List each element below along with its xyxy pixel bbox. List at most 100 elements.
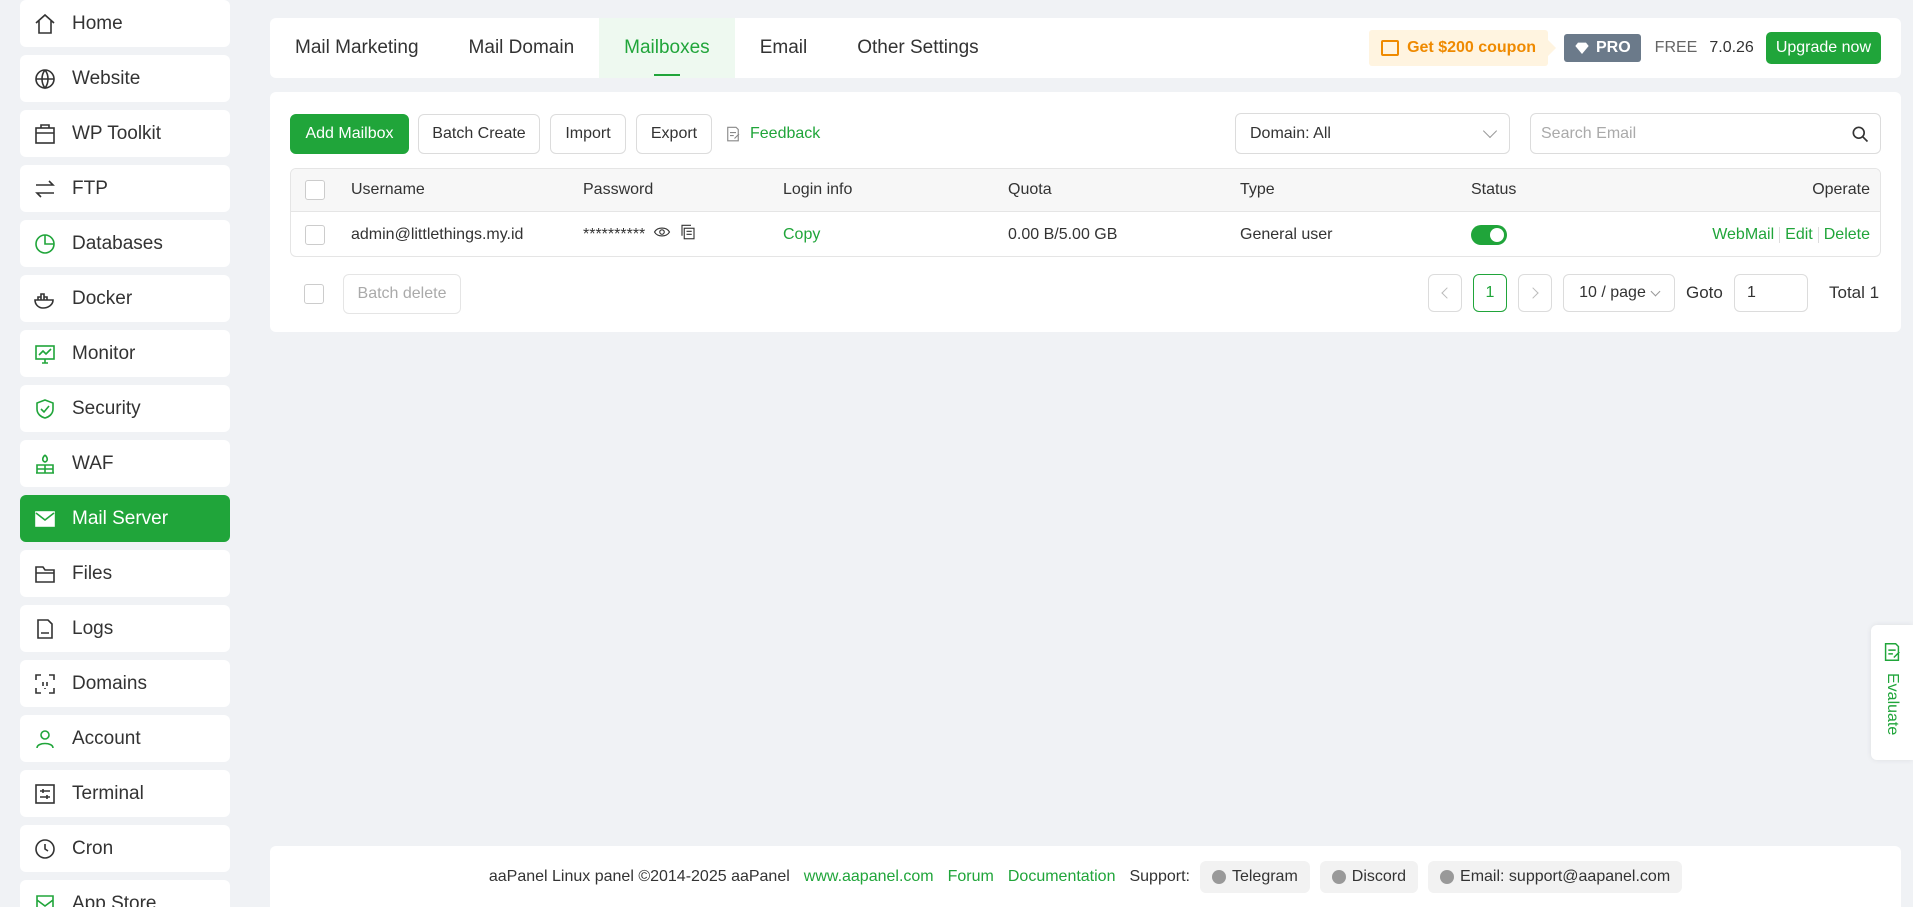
sidebar-item-security[interactable]: Security [20, 385, 230, 432]
batch-create-button[interactable]: Batch Create [418, 114, 540, 154]
delete-link[interactable]: Delete [1824, 226, 1870, 244]
domain-icon [32, 671, 58, 697]
sidebar-item-files[interactable]: Files [20, 550, 230, 597]
copy-icon[interactable] [679, 223, 697, 246]
tab-mail-domain[interactable]: Mail Domain [444, 18, 600, 78]
password-masked: ********** [583, 225, 646, 243]
sidebar-item-app-store[interactable]: App Store [20, 880, 230, 907]
version-label: 7.0.26 [1709, 39, 1754, 56]
edit-link[interactable]: Edit [1785, 226, 1813, 244]
export-button[interactable]: Export [636, 114, 712, 154]
search-icon[interactable] [1850, 124, 1870, 144]
sidebar: Home Website WP Toolkit FTP Databases Do… [0, 0, 250, 907]
telegram-label: Telegram [1231, 867, 1298, 885]
sidebar-item-cron[interactable]: Cron [20, 825, 230, 872]
chevron-down-icon [1482, 123, 1498, 139]
copyright-text: aaPanel Linux panel ©2014-2025 aaPanel [488, 867, 790, 885]
eye-icon[interactable] [653, 223, 671, 246]
goto-input[interactable]: 1 [1734, 274, 1808, 312]
select-all-checkbox[interactable] [305, 180, 325, 200]
globe-icon [32, 66, 58, 92]
per-page-value: 10 / page [1579, 284, 1646, 301]
feedback-icon [727, 126, 740, 142]
support-label: Support: [1129, 867, 1190, 885]
upgrade-button[interactable]: Upgrade now [1765, 32, 1881, 64]
cell-username: admin@littlethings.my.id [351, 225, 524, 243]
sidebar-item-databases[interactable]: Databases [20, 220, 230, 267]
discord-link[interactable]: Discord [1319, 860, 1419, 893]
evaluate-tab[interactable]: Evaluate [1871, 625, 1913, 760]
sidebar-item-home[interactable]: Home [20, 0, 230, 47]
divider [1817, 226, 1819, 243]
search-box [1530, 113, 1881, 154]
col-quota: Quota [1008, 181, 1052, 198]
tab-mail-marketing[interactable]: Mail Marketing [270, 18, 444, 78]
divider [1779, 226, 1781, 243]
terminal-icon [32, 781, 58, 807]
batch-delete-button[interactable]: Batch delete [343, 274, 461, 314]
page-button-current[interactable]: 1 [1473, 274, 1507, 312]
copy-login-link[interactable]: Copy [783, 212, 820, 256]
header-right: Get $200 coupon PRO FREE 7.0.26 Upgrade … [1369, 18, 1901, 78]
sidebar-item-waf[interactable]: WAF [20, 440, 230, 487]
sidebar-item-label: WP Toolkit [72, 122, 162, 144]
database-icon [32, 231, 58, 257]
evaluate-icon [1884, 643, 1900, 661]
row-checkbox[interactable] [305, 224, 325, 245]
mailbox-table: Username Password Login info Quota Type … [290, 168, 1881, 257]
telegram-icon [1211, 869, 1226, 884]
goto-label: Goto [1686, 283, 1723, 302]
search-input[interactable] [1541, 124, 1850, 143]
forum-link[interactable]: Forum [948, 868, 994, 886]
sidebar-item-docker[interactable]: Docker [20, 275, 230, 322]
prev-page-button[interactable] [1428, 274, 1462, 312]
sidebar-item-account[interactable]: Account [20, 715, 230, 762]
email-icon [1440, 869, 1455, 884]
log-icon [32, 616, 58, 642]
telegram-link[interactable]: Telegram [1199, 860, 1310, 893]
add-mailbox-button[interactable]: Add Mailbox [290, 114, 409, 154]
tab-mailboxes[interactable]: Mailboxes [599, 18, 735, 78]
site-link[interactable]: www.aapanel.com [804, 868, 934, 886]
sidebar-item-label: Docker [72, 287, 133, 309]
discord-icon [1331, 869, 1346, 884]
docker-icon [32, 286, 58, 312]
col-operate: Operate [1812, 181, 1870, 198]
shield-icon [32, 396, 58, 422]
feedback-link[interactable]: Feedback [724, 114, 820, 154]
sidebar-item-label: Cron [72, 837, 114, 859]
sidebar-item-wp-toolkit[interactable]: WP Toolkit [20, 110, 230, 157]
sidebar-item-label: FTP [72, 177, 108, 199]
sidebar-item-label: Monitor [72, 342, 136, 364]
tab-email[interactable]: Email [735, 18, 833, 78]
coupon-button[interactable]: Get $200 coupon [1369, 30, 1556, 66]
per-page-select[interactable]: 10 / page [1563, 274, 1675, 312]
tab-other-settings[interactable]: Other Settings [832, 18, 1003, 78]
footer-select-checkbox[interactable] [304, 284, 324, 304]
email-support-link[interactable]: Email: support@aapanel.com [1428, 860, 1683, 893]
plan-label: FREE [1654, 39, 1698, 56]
toolkit-icon [32, 121, 58, 147]
mailboxes-card: Add Mailbox Batch Create Import Export F… [270, 92, 1901, 332]
status-toggle[interactable] [1471, 224, 1507, 245]
sidebar-item-ftp[interactable]: FTP [20, 165, 230, 212]
sidebar-item-website[interactable]: Website [20, 55, 230, 102]
import-button[interactable]: Import [550, 114, 626, 154]
webmail-link[interactable]: WebMail [1712, 226, 1774, 244]
sidebar-item-terminal[interactable]: Terminal [20, 770, 230, 817]
sidebar-item-domains[interactable]: Domains [20, 660, 230, 707]
sidebar-item-monitor[interactable]: Monitor [20, 330, 230, 377]
feedback-label: Feedback [750, 125, 821, 142]
sidebar-item-label: Home [72, 12, 123, 34]
sidebar-item-label: WAF [72, 452, 114, 474]
domain-select[interactable]: Domain: All [1235, 113, 1510, 154]
pro-label: PRO [1596, 39, 1631, 56]
cell-password: ********** [583, 212, 697, 256]
sidebar-item-mail-server[interactable]: Mail Server [20, 495, 230, 542]
docs-link[interactable]: Documentation [1008, 868, 1116, 886]
home-icon [32, 11, 58, 37]
pro-badge[interactable]: PRO [1564, 34, 1641, 62]
sidebar-item-label: Databases [72, 232, 163, 254]
sidebar-item-logs[interactable]: Logs [20, 605, 230, 652]
next-page-button[interactable] [1518, 274, 1552, 312]
